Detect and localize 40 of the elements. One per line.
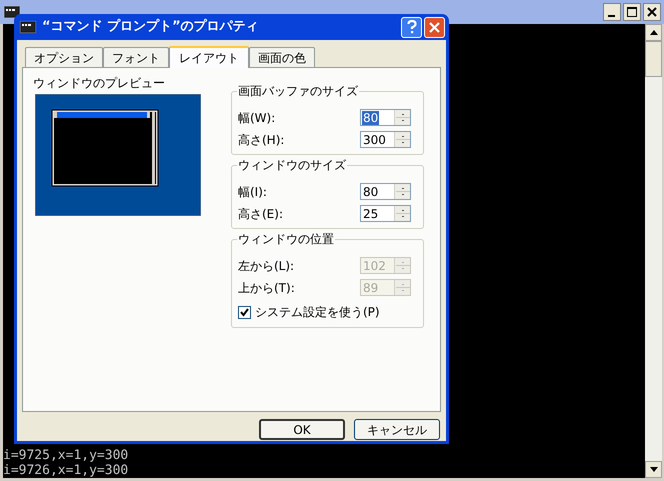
spin-box[interactable]: 300 — [360, 131, 411, 148]
field-label: 幅(W): — [238, 110, 276, 126]
console-icon — [4, 6, 20, 18]
checkbox-label: システム設定を使う(P) — [255, 304, 380, 321]
field-label: 左から(L): — [238, 258, 294, 274]
field-label: 高さ(H): — [238, 132, 284, 148]
scrollbar[interactable] — [645, 24, 662, 478]
field-label: 幅(I): — [238, 184, 267, 200]
spin-box[interactable]: 80 — [360, 109, 411, 126]
dialog-button[interactable]: OK — [259, 419, 345, 440]
minimize-button[interactable] — [603, 3, 621, 21]
field-label: 高さ(E): — [238, 206, 283, 222]
group-title: 画面バッファのサイズ — [237, 84, 359, 98]
field-label: 上から(T): — [238, 280, 295, 296]
scroll-down-button[interactable] — [645, 461, 662, 478]
maximize-button[interactable] — [623, 3, 641, 21]
help-button[interactable] — [401, 16, 422, 38]
preview-label: ウィンドウのプレビュー — [33, 76, 165, 90]
console-line: i=9725,x=1,y=300 — [3, 448, 128, 463]
tab[interactable]: レイアウト — [169, 46, 249, 68]
tab[interactable]: 画面の色 — [249, 47, 315, 67]
tab[interactable]: フォント — [103, 47, 169, 67]
arrow-up-icon — [650, 30, 658, 35]
console-icon — [20, 21, 36, 33]
tab[interactable]: オプション — [25, 47, 103, 67]
group-title: ウィンドウの位置 — [237, 232, 335, 246]
close-icon — [429, 22, 440, 32]
close-button[interactable] — [643, 3, 661, 21]
checkbox[interactable] — [238, 306, 251, 318]
spin-box[interactable]: 25 — [360, 205, 411, 222]
minimize-icon — [608, 15, 615, 17]
console-line: i=9726,x=1,y=300 — [3, 463, 128, 478]
spin-box[interactable]: 80 — [360, 183, 411, 200]
scroll-up-button[interactable] — [645, 24, 662, 41]
arrow-down-icon — [650, 467, 658, 472]
scroll-thumb[interactable] — [645, 41, 662, 77]
help-icon — [406, 20, 416, 34]
dialog-title: “コマンド プロンプト”のプロパティ — [42, 18, 259, 36]
group-title: ウィンドウのサイズ — [237, 158, 347, 172]
dialog-button[interactable]: キャンセル — [354, 419, 440, 440]
